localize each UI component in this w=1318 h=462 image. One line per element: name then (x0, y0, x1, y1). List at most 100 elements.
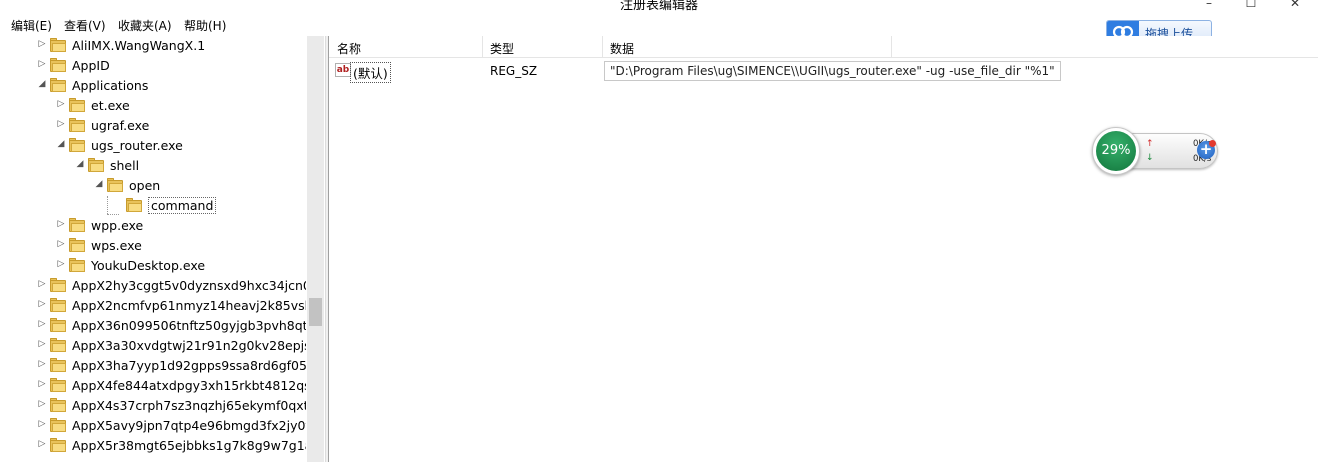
expand-arrow-icon[interactable]: ▷ (37, 299, 47, 309)
expand-arrow-icon[interactable]: ▷ (56, 119, 66, 129)
tree-item[interactable]: ▷ ugraf.exe (0, 116, 306, 136)
menu-favorites[interactable]: 收藏夹(A) (118, 17, 172, 34)
value-name[interactable]: (默认) (350, 62, 391, 83)
folder-icon (69, 258, 85, 272)
value-type: REG_SZ (490, 64, 538, 78)
folder-icon (107, 178, 123, 192)
expand-arrow-icon[interactable]: ▷ (37, 59, 47, 69)
expand-arrow-icon[interactable]: ▷ (37, 359, 47, 369)
tree-item[interactable]: ▷ AppX5r38mgt65ejbbks1g7k8g9w7g1a2 (0, 436, 306, 456)
folder-icon (69, 118, 85, 132)
tree-item[interactable]: ◢ Applications (0, 76, 306, 96)
tree-item[interactable]: ▷ AppX4s37crph7sz3nqzhj65ekymf0qxtzka (0, 396, 306, 416)
window-title: 注册表编辑器 (619, 0, 698, 13)
tree-item[interactable]: ▷ AppID (0, 56, 306, 76)
collapse-arrow-icon[interactable]: ◢ (37, 79, 47, 89)
tree-item-label: AppX4fe844atxdpgy3xh15rkbt4812qs94 (72, 378, 306, 393)
folder-icon (50, 438, 66, 452)
menu-help[interactable]: 帮助(H) (184, 17, 226, 34)
tree-item-label: open (129, 178, 161, 193)
tree-item-label: AppX4s37crph7sz3nqzhj65ekymf0qxtzka (72, 398, 306, 413)
tree-item[interactable]: command (0, 196, 306, 216)
expand-arrow-icon[interactable]: ▷ (37, 419, 47, 429)
tree-item-label: AppX5avy9jpn7qtp4e96bmgd3fx2jy0f08 (72, 418, 306, 433)
folder-icon (69, 218, 85, 232)
expand-arrow-icon[interactable]: ▷ (37, 339, 47, 349)
expand-arrow-icon[interactable]: ▷ (37, 279, 47, 289)
tree-item-label: AppX5r38mgt65ejbbks1g7k8g9w7g1a2 (72, 438, 306, 453)
expand-arrow-icon[interactable]: ▷ (37, 39, 47, 49)
tree-item[interactable]: ▷ AppX3a30xvdgtwj21r91n2g0kv28epjsaw (0, 336, 306, 356)
table-row[interactable]: ab (默认) REG_SZ "D:\Program Files\ug\SIME… (329, 60, 1318, 83)
tree-item-label: YoukuDesktop.exe (91, 258, 206, 273)
notification-dot-icon (1209, 140, 1216, 147)
value-data: "D:\Program Files\ug\SIMENCE\\UGII\ugs_r… (604, 61, 1061, 81)
tree-scrollbar[interactable] (307, 36, 324, 462)
minimize-button[interactable]: – (1194, 0, 1224, 10)
folder-icon (126, 198, 142, 212)
menu-view[interactable]: 查看(V) (64, 17, 106, 34)
tree-item-label: wpp.exe (91, 218, 144, 233)
network-speed-widget[interactable]: 0K/s 0K/s ↑ ↓ 29% + (1092, 127, 1220, 175)
registry-tree[interactable]: ▷ AliIMX.WangWangX.1 ▷ AppID ◢ Applications ▷ e… (0, 36, 306, 462)
folder-icon (50, 78, 66, 92)
folder-icon (50, 278, 66, 292)
tree-item[interactable]: ▷ et.exe (0, 96, 306, 116)
tree-item-label: AppX3ha7yyp1d92gpps9ssa8rd6gf05aj5 (72, 358, 306, 373)
tree-item[interactable]: ▷ wpp.exe (0, 216, 306, 236)
expand-arrow-icon[interactable]: ▷ (56, 239, 66, 249)
folder-icon (50, 358, 66, 372)
tree-item[interactable]: ▷ wps.exe (0, 236, 306, 256)
maximize-button[interactable]: ☐ (1236, 0, 1266, 10)
collapse-arrow-icon[interactable]: ◢ (94, 179, 104, 189)
tree-item[interactable]: ◢ open (0, 176, 306, 196)
column-type[interactable]: 类型 (490, 40, 514, 57)
title-bar: 注册表编辑器 – ☐ ✕ (0, 0, 1318, 14)
tree-item[interactable]: ◢ ugs_router.exe (0, 136, 306, 156)
folder-icon (69, 98, 85, 112)
expand-arrow-icon[interactable]: ▷ (37, 439, 47, 449)
tree-item[interactable]: ◢ shell (0, 156, 306, 176)
column-separator[interactable] (482, 36, 483, 58)
tree-item-label: AliIMX.WangWangX.1 (72, 38, 206, 53)
column-name[interactable]: 名称 (337, 40, 361, 57)
download-arrow-icon: ↓ (1146, 153, 1154, 163)
column-data[interactable]: 数据 (610, 40, 634, 57)
tree-scrollbar-thumb[interactable] (309, 298, 322, 326)
menu-edit[interactable]: 编辑(E) (11, 17, 52, 34)
tree-item[interactable]: ▷ AppX4fe844atxdpgy3xh15rkbt4812qs94 (0, 376, 306, 396)
tree-item[interactable]: ▷ AppX5avy9jpn7qtp4e96bmgd3fx2jy0f08 (0, 416, 306, 436)
upload-arrow-icon: ↑ (1146, 139, 1154, 149)
expand-arrow-icon[interactable]: ▷ (56, 259, 66, 269)
column-separator[interactable] (891, 36, 892, 58)
folder-icon (50, 298, 66, 312)
expand-arrow-icon[interactable]: ▷ (37, 379, 47, 389)
collapse-arrow-icon[interactable]: ◢ (75, 159, 85, 169)
folder-icon (50, 418, 66, 432)
column-separator[interactable] (602, 36, 603, 58)
tree-item[interactable]: ▷ AppX2ncmfvp61nmyz14heavj2k85vsb9zr (0, 296, 306, 316)
tree-item-label: ugraf.exe (91, 118, 150, 133)
tree-item[interactable]: ▷ AppX36n099506tnftz50gyjgb3pvh8qtj2g (0, 316, 306, 336)
expand-arrow-icon[interactable]: ▷ (37, 319, 47, 329)
folder-icon (50, 398, 66, 412)
close-button[interactable]: ✕ (1280, 0, 1310, 10)
expand-arrow-icon[interactable]: ▷ (37, 399, 47, 409)
tree-item[interactable]: ▷ AppX2hy3cggt5v0dyznsxd9hxc34jcn0dtv (0, 276, 306, 296)
expand-arrow-icon[interactable]: ▷ (56, 99, 66, 109)
tree-connector (107, 196, 108, 214)
collapse-arrow-icon[interactable]: ◢ (56, 139, 66, 149)
tree-item[interactable]: ▷ AppX3ha7yyp1d92gpps9ssa8rd6gf05aj5 (0, 356, 306, 376)
tree-item-label: shell (110, 158, 140, 173)
string-value-icon: ab (335, 63, 351, 77)
memory-gauge[interactable]: 29% (1092, 127, 1140, 175)
tree-item-label: AppX2hy3cggt5v0dyznsxd9hxc34jcn0dtv (72, 278, 306, 293)
folder-icon (50, 58, 66, 72)
tree-item[interactable]: ▷ AliIMX.WangWangX.1 (0, 36, 306, 56)
tree-item-label: et.exe (91, 98, 130, 113)
folder-icon (50, 38, 66, 52)
tree-item[interactable]: ▷ YoukuDesktop.exe (0, 256, 306, 276)
tree-item-label: command (148, 197, 217, 214)
memory-percent: 29% (1096, 131, 1136, 171)
expand-arrow-icon[interactable]: ▷ (56, 219, 66, 229)
